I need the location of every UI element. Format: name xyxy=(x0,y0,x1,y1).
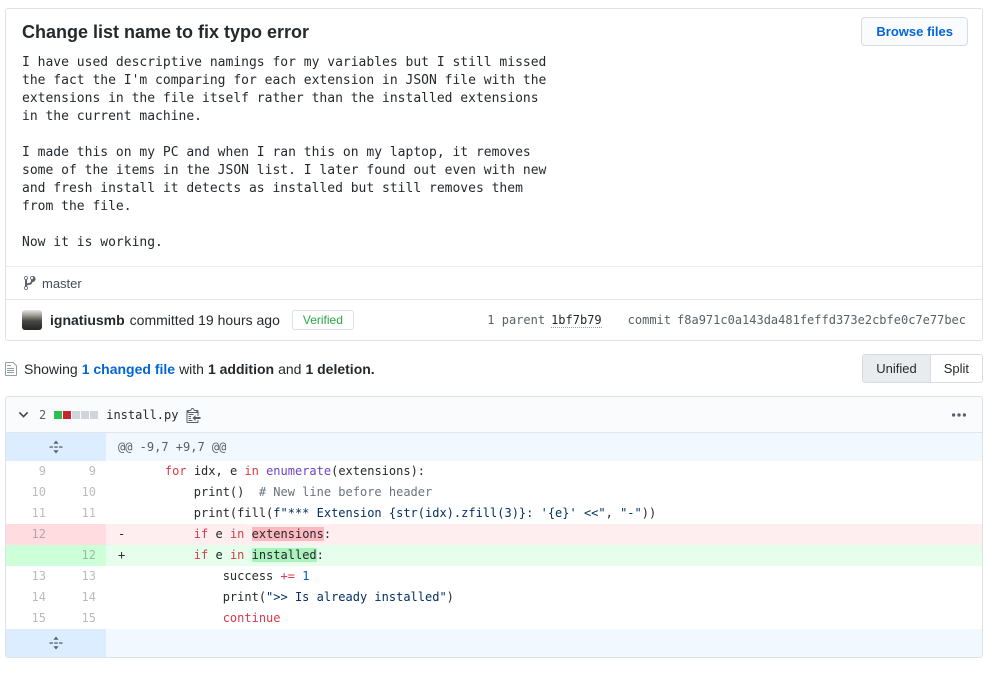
diff-line-context: 11 11 print(fill(f"*** Extension {str(id… xyxy=(6,503,982,524)
code-tokens: continue xyxy=(136,611,281,625)
diffstat-block-deleted xyxy=(63,411,71,419)
code-line: continue xyxy=(106,608,982,629)
commit-meta-row: ignatiusmb committed 19 hours ago Verifi… xyxy=(6,299,982,340)
commit-label: commit xyxy=(628,313,671,327)
avatar[interactable] xyxy=(22,310,42,330)
parent-label: 1 parent xyxy=(487,313,545,327)
hunk-footer xyxy=(106,629,982,657)
clipboard-icon xyxy=(186,407,201,423)
hunk-row-bottom xyxy=(6,629,982,657)
hunk-row: @@ -9,7 +9,7 @@ xyxy=(6,433,982,461)
deletion-count: 1 deletion. xyxy=(305,361,374,377)
code-line: print() # New line before header xyxy=(106,482,982,503)
diffstat-block-neutral xyxy=(90,411,98,419)
code-tokens: print(fill(f"*** Extension {str(idx).zfi… xyxy=(136,506,656,520)
diff-view-toggle: Unified Split xyxy=(862,354,983,383)
new-line-number[interactable]: 10 xyxy=(56,482,106,503)
diff-line-context: 9 9 for idx, e in enumerate(extensions): xyxy=(6,461,982,482)
code-tokens: print(">> Is already installed") xyxy=(136,590,454,604)
expand-hunk-button[interactable] xyxy=(6,433,106,461)
file-changes-count: 2 xyxy=(39,408,46,422)
hunk-header-text: @@ -9,7 +9,7 @@ xyxy=(106,433,982,461)
code-tokens: if e in extensions: xyxy=(136,527,331,541)
code-tokens: success += 1 xyxy=(136,569,309,583)
file-name-link[interactable]: install.py xyxy=(106,408,178,422)
collapse-file-button[interactable] xyxy=(16,407,31,422)
committed-text: committed 19 hours ago xyxy=(130,312,280,328)
unfold-icon xyxy=(49,636,63,650)
old-line-number[interactable] xyxy=(6,545,56,566)
code-line: - if e in extensions: xyxy=(106,524,982,545)
kebab-horizontal-icon xyxy=(952,413,966,417)
diff-toolbar: Showing 1 changed file with 1 addition a… xyxy=(5,354,983,383)
file-diff-icon xyxy=(5,361,17,377)
code-line: print(">> Is already installed") xyxy=(106,587,982,608)
diffstat-block-added xyxy=(54,411,62,419)
code-line: for idx, e in enumerate(extensions): xyxy=(106,461,982,482)
code-line: print(fill(f"*** Extension {str(idx).zfi… xyxy=(106,503,982,524)
old-line-number[interactable]: 12 xyxy=(6,524,56,545)
new-line-number[interactable]: 15 xyxy=(56,608,106,629)
file-options-button[interactable] xyxy=(946,411,972,419)
unified-view-button[interactable]: Unified xyxy=(863,355,929,382)
diff-line-context: 13 13 success += 1 xyxy=(6,566,982,587)
chevron-down-icon xyxy=(18,409,29,420)
line-marker: - xyxy=(118,524,136,545)
old-line-number[interactable]: 14 xyxy=(6,587,56,608)
changed-file-link[interactable]: 1 changed file xyxy=(82,361,175,377)
showing-text: Showing xyxy=(24,361,78,377)
new-line-number[interactable]: 9 xyxy=(56,461,106,482)
diff-line-context: 15 15 continue xyxy=(6,608,982,629)
code-tokens: for idx, e in enumerate(extensions): xyxy=(136,464,425,478)
new-line-number[interactable]: 12 xyxy=(56,545,106,566)
new-line-number[interactable] xyxy=(56,524,106,545)
old-line-number[interactable]: 11 xyxy=(6,503,56,524)
git-branch-icon xyxy=(22,275,36,291)
commit-title: Change list name to fix typo error xyxy=(22,22,966,43)
expand-hunk-button[interactable] xyxy=(6,629,106,657)
diff-line-deleted: 12 - if e in extensions: xyxy=(6,524,982,545)
diffstat xyxy=(54,411,98,419)
old-line-number[interactable]: 9 xyxy=(6,461,56,482)
commit-description: I have used descriptive namings for my v… xyxy=(6,43,982,266)
new-line-number[interactable]: 13 xyxy=(56,566,106,587)
commit-box: Change list name to fix typo error Brows… xyxy=(5,8,983,341)
branch-row: master xyxy=(6,266,982,299)
diff-line-context: 14 14 print(">> Is already installed") xyxy=(6,587,982,608)
diffstat-block-neutral xyxy=(81,411,89,419)
diff-line-added: 12 + if e in installed: xyxy=(6,545,982,566)
diffstat-block-neutral xyxy=(72,411,80,419)
code-tokens: print() # New line before header xyxy=(136,485,432,499)
code-line: success += 1 xyxy=(106,566,982,587)
copy-file-path-button[interactable] xyxy=(186,407,201,423)
branch-name[interactable]: master xyxy=(42,276,82,291)
diff-file-box: 2 install.py xyxy=(5,396,983,658)
with-text: with xyxy=(179,361,204,377)
file-header: 2 install.py xyxy=(6,397,982,433)
diff-line-context: 10 10 print() # New line before header xyxy=(6,482,982,503)
author-link[interactable]: ignatiusmb xyxy=(50,312,125,328)
commit-shas: 1 parent 1bf7b79 commit f8a971c0a143da48… xyxy=(487,313,966,328)
verified-badge[interactable]: Verified xyxy=(292,310,354,330)
code-tokens: if e in installed: xyxy=(136,548,324,562)
and-text: and xyxy=(278,361,301,377)
browse-files-button[interactable]: Browse files xyxy=(861,17,968,46)
line-marker: + xyxy=(118,545,136,566)
old-line-number[interactable]: 13 xyxy=(6,566,56,587)
new-line-number[interactable]: 14 xyxy=(56,587,106,608)
parent-sha-link[interactable]: 1bf7b79 xyxy=(551,313,602,328)
changed-files-summary: Showing 1 changed file with 1 addition a… xyxy=(5,361,375,377)
old-line-number[interactable]: 15 xyxy=(6,608,56,629)
unfold-icon xyxy=(49,440,63,454)
new-line-number[interactable]: 11 xyxy=(56,503,106,524)
commit-sha: f8a971c0a143da481feffd373e2cbfe0c7e77bec xyxy=(677,313,966,327)
split-view-button[interactable]: Split xyxy=(930,355,982,382)
old-line-number[interactable]: 10 xyxy=(6,482,56,503)
addition-count: 1 addition xyxy=(208,361,274,377)
code-line: + if e in installed: xyxy=(106,545,982,566)
commit-header: Change list name to fix typo error Brows… xyxy=(6,9,982,43)
